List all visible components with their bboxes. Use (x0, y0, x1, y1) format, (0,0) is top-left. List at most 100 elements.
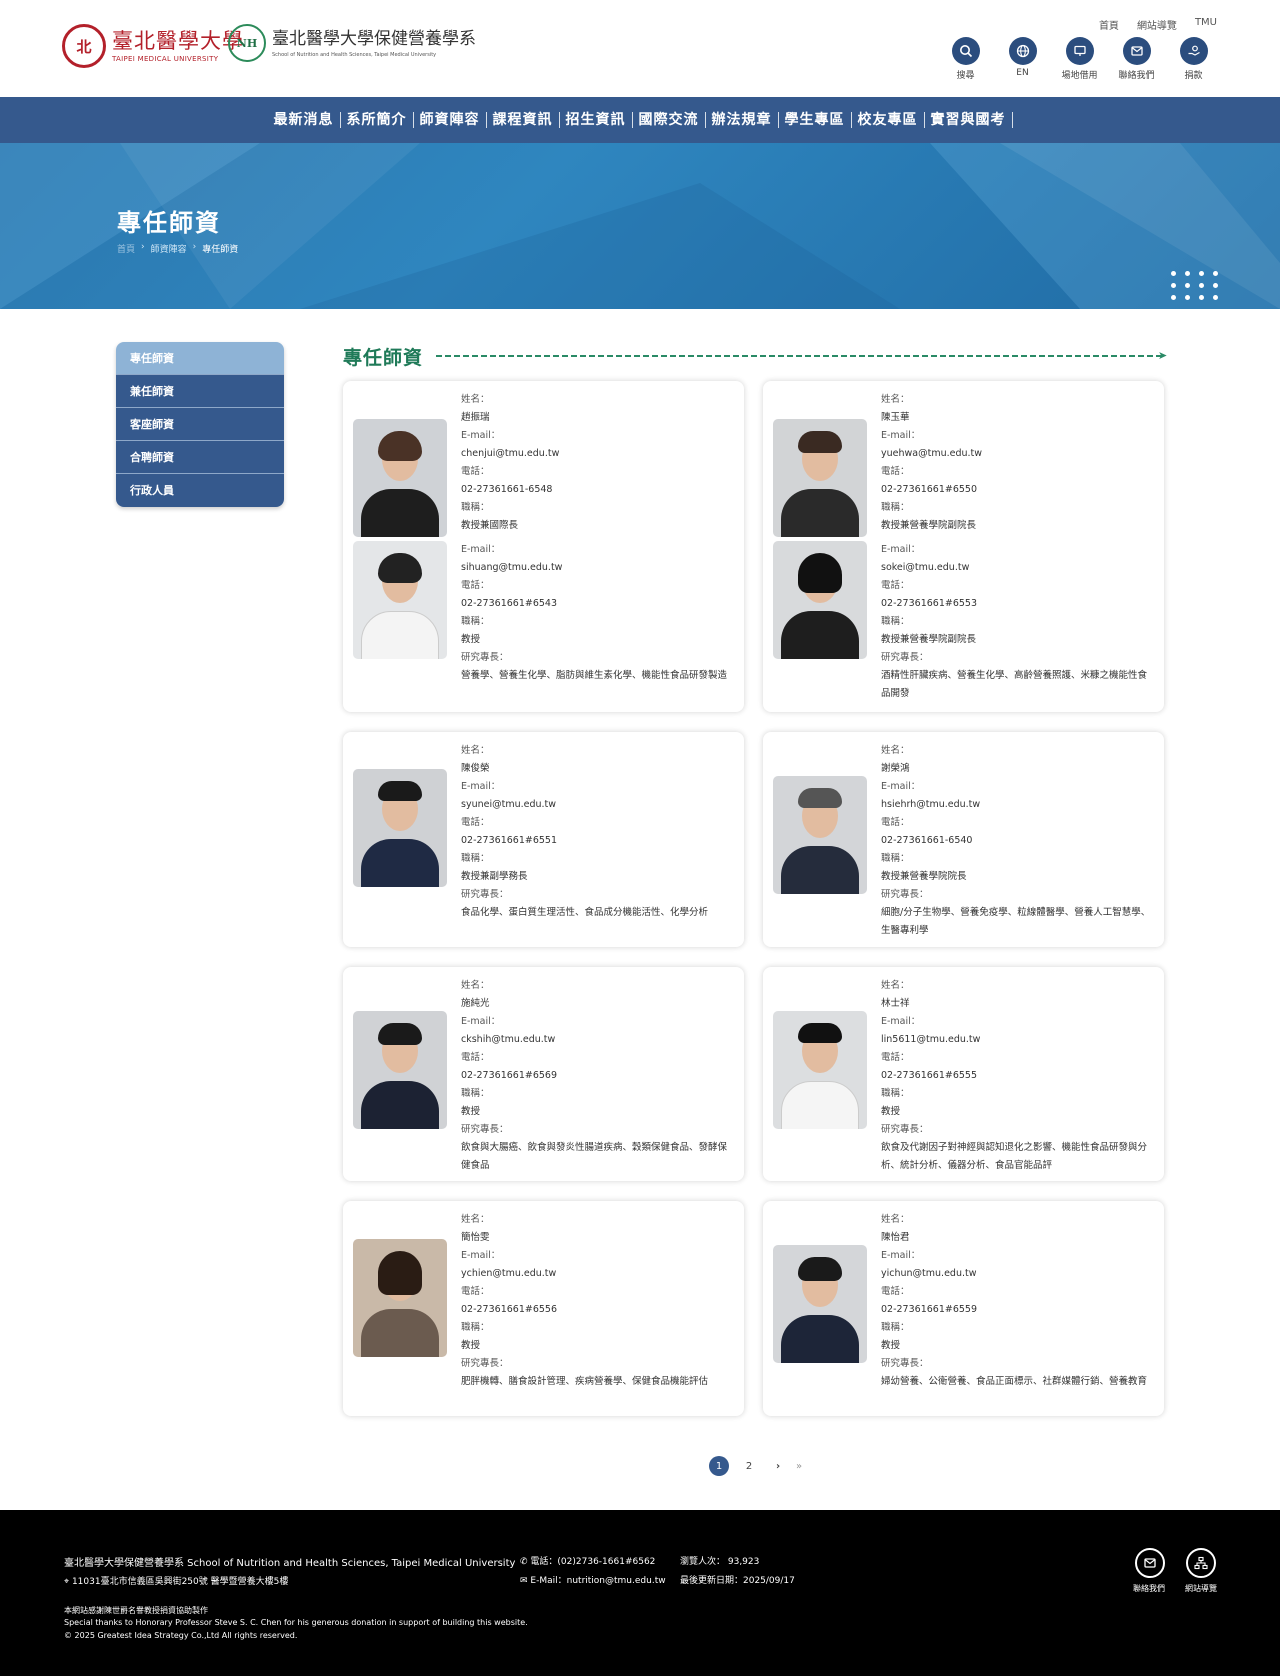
contact-label: 聯絡我們 (1118, 71, 1155, 81)
sidebar-item-parttime[interactable]: 兼任師資 (116, 375, 284, 408)
faculty-email[interactable]: chenjui@tmu.edu.tw (461, 445, 731, 463)
faculty-email[interactable]: sokei@tmu.edu.tw (881, 559, 1151, 577)
faculty-research: 婦幼營養、公衛營養、食品正面標示、社群媒體行銷、營養教育 (881, 1376, 1148, 1387)
faculty-title: 教授兼國際長 (461, 520, 519, 531)
label-name: 姓名： (461, 394, 490, 405)
department-logo[interactable]: NH 臺北醫學大學保健營養學系 School of Nutrition and … (228, 24, 476, 62)
label-phone: 電話： (461, 1286, 490, 1297)
label-phone: 電話： (881, 1286, 910, 1297)
label-phone: 電話： (461, 1052, 490, 1063)
footer-email-text: E-Mail：nutrition@tmu.edu.tw (530, 1576, 666, 1586)
faculty-card: 姓名： 林士祥 E-mail： lin5611@tmu.edu.tw 電話： 0… (763, 967, 1164, 1181)
footer-contact-label: 聯絡我們 (1133, 1584, 1165, 1593)
dots-decoration-icon (1171, 271, 1219, 300)
nav-admissions[interactable]: 招生資訊 (560, 112, 633, 128)
nav-about[interactable]: 系所簡介 (341, 112, 414, 128)
tmu-logo[interactable]: 北 臺北醫學大學 TAIPEI MEDICAL UNIVERSITY (62, 24, 244, 68)
faculty-phone: 02-27361661#6543 (461, 598, 558, 609)
contact-button[interactable]: 聯絡我們 (1108, 37, 1165, 81)
breadcrumb-separator-icon: › (141, 242, 145, 252)
label-title: 職稱： (881, 502, 910, 513)
faculty-email[interactable]: yuehwa@tmu.edu.tw (881, 445, 1151, 463)
label-name: 姓名： (461, 745, 490, 756)
nav-internship[interactable]: 實習與國考 (925, 112, 1013, 128)
label-email: E-mail： (881, 544, 921, 555)
faculty-title: 教授 (461, 1106, 481, 1117)
footer-sitemap-button[interactable] (1186, 1548, 1216, 1578)
last-page-icon[interactable]: » (789, 1456, 809, 1476)
faculty-name: 陳玉華 (881, 412, 910, 423)
breadcrumb-home[interactable]: 首頁 (117, 242, 135, 255)
page-title: 專任師資 (117, 209, 221, 237)
faculty-photo (353, 419, 447, 537)
label-research: 研究專長： (461, 1124, 509, 1135)
label-email: E-mail： (881, 1250, 921, 1261)
search-button[interactable]: 搜尋 (937, 37, 994, 81)
faculty-email[interactable]: ychien@tmu.edu.tw (461, 1265, 731, 1283)
faculty-email[interactable]: sihuang@tmu.edu.tw (461, 559, 731, 577)
label-phone: 電話： (461, 466, 490, 477)
breadcrumb-faculty[interactable]: 師資陣容 (151, 242, 187, 255)
page-2-button[interactable]: 2 (739, 1456, 759, 1476)
faculty-email[interactable]: syunei@tmu.edu.tw (461, 796, 731, 814)
top-link-sitemap[interactable]: 網站導覽 (1137, 17, 1177, 32)
mail-icon: ✉ (520, 1576, 528, 1586)
nav-faculty[interactable]: 師資陣容 (414, 112, 487, 128)
label-research: 研究專長： (881, 652, 929, 663)
sidebar-item-joint[interactable]: 合聘師資 (116, 441, 284, 474)
label-phone: 電話： (881, 1052, 910, 1063)
faculty-phone: 02-27361661#6555 (881, 1070, 978, 1081)
faculty-phone: 02-27361661#6553 (881, 598, 978, 609)
faculty-title: 教授兼營養學院院長 (881, 871, 967, 882)
venue-rental-label: 場地借用 (1061, 71, 1098, 81)
footer-address: ⌖ 11031臺北市信義區吳興街250號 醫學暨營養大樓5樓 (64, 1574, 288, 1587)
footer-contact-button[interactable] (1135, 1548, 1165, 1578)
faculty-email[interactable]: yichun@tmu.edu.tw (881, 1265, 1151, 1283)
top-link-tmu[interactable]: TMU (1195, 17, 1217, 32)
faculty-title: 教授兼營養學院副院長 (881, 634, 977, 645)
footer-email[interactable]: ✉ E-Mail：nutrition@tmu.edu.tw (520, 1573, 666, 1586)
nav-regulations[interactable]: 辦法規章 (706, 112, 779, 128)
search-icon (951, 37, 980, 65)
label-research: 研究專長： (881, 889, 929, 900)
label-name: 姓名： (881, 745, 910, 756)
footer-copyright: © 2025 Greatest Idea Strategy Co.,Ltd Al… (64, 1631, 298, 1640)
faculty-title: 教授兼營養學院副院長 (881, 520, 977, 531)
department-logo-cn: 臺北醫學大學保健營養學系 (272, 28, 476, 49)
breadcrumb-current: 專任師資 (202, 245, 239, 255)
faculty-email[interactable]: lin5611@tmu.edu.tw (881, 1031, 1151, 1049)
page-1-button[interactable]: 1 (709, 1456, 729, 1476)
sidebar-item-visiting[interactable]: 客座師資 (116, 408, 284, 441)
sidebar-item-fulltime[interactable]: 專任師資 (116, 342, 284, 375)
faculty-title: 教授 (461, 1340, 481, 1351)
label-research: 研究專長： (881, 1358, 929, 1369)
nav-international[interactable]: 國際交流 (633, 112, 706, 128)
footer-visitors: 瀏覽人次： 93,923 (680, 1557, 760, 1567)
footer-phone-text: 電話：(02)2736-1661#6562 (530, 1557, 656, 1567)
faculty-email[interactable]: ckshih@tmu.edu.tw (461, 1031, 731, 1049)
faculty-name: 施純光 (461, 998, 490, 1009)
footer-address-text: 11031臺北市信義區吳興街250號 醫學暨營養大樓5樓 (71, 1577, 289, 1587)
faculty-email[interactable]: hsiehrh@tmu.edu.tw (881, 796, 1151, 814)
label-email: E-mail： (461, 1016, 501, 1027)
donate-icon (1179, 37, 1208, 65)
venue-rental-button[interactable]: 場地借用 (1051, 37, 1108, 81)
top-links: 首頁 網站導覽 TMU (1099, 17, 1217, 32)
nav-news[interactable]: 最新消息 (268, 112, 341, 128)
label-name: 姓名： (881, 1214, 910, 1225)
nav-alumni[interactable]: 校友專區 (852, 112, 925, 128)
donate-button[interactable]: 捐款 (1165, 37, 1222, 81)
nav-students[interactable]: 學生專區 (779, 112, 852, 128)
label-phone: 電話： (881, 466, 910, 477)
faculty-photo (773, 1011, 867, 1129)
label-email: E-mail： (461, 781, 501, 792)
next-page-icon[interactable]: › (768, 1456, 788, 1476)
faculty-research: 細胞/分子生物學、營養免疫學、粒線體醫學、營養人工智慧學、生醫專利學 (881, 907, 1151, 936)
faculty-card: 姓名： 施純光 E-mail： ckshih@tmu.edu.tw 電話： 02… (343, 967, 744, 1181)
top-link-home[interactable]: 首頁 (1099, 17, 1119, 32)
footer-credit-en: Special thanks to Honorary Professor Ste… (64, 1618, 528, 1627)
nav-courses[interactable]: 課程資訊 (487, 112, 560, 128)
language-button[interactable]: EN (994, 37, 1051, 81)
sidebar-item-staff[interactable]: 行政人員 (116, 474, 284, 507)
faculty-name: 林士祥 (881, 998, 910, 1009)
